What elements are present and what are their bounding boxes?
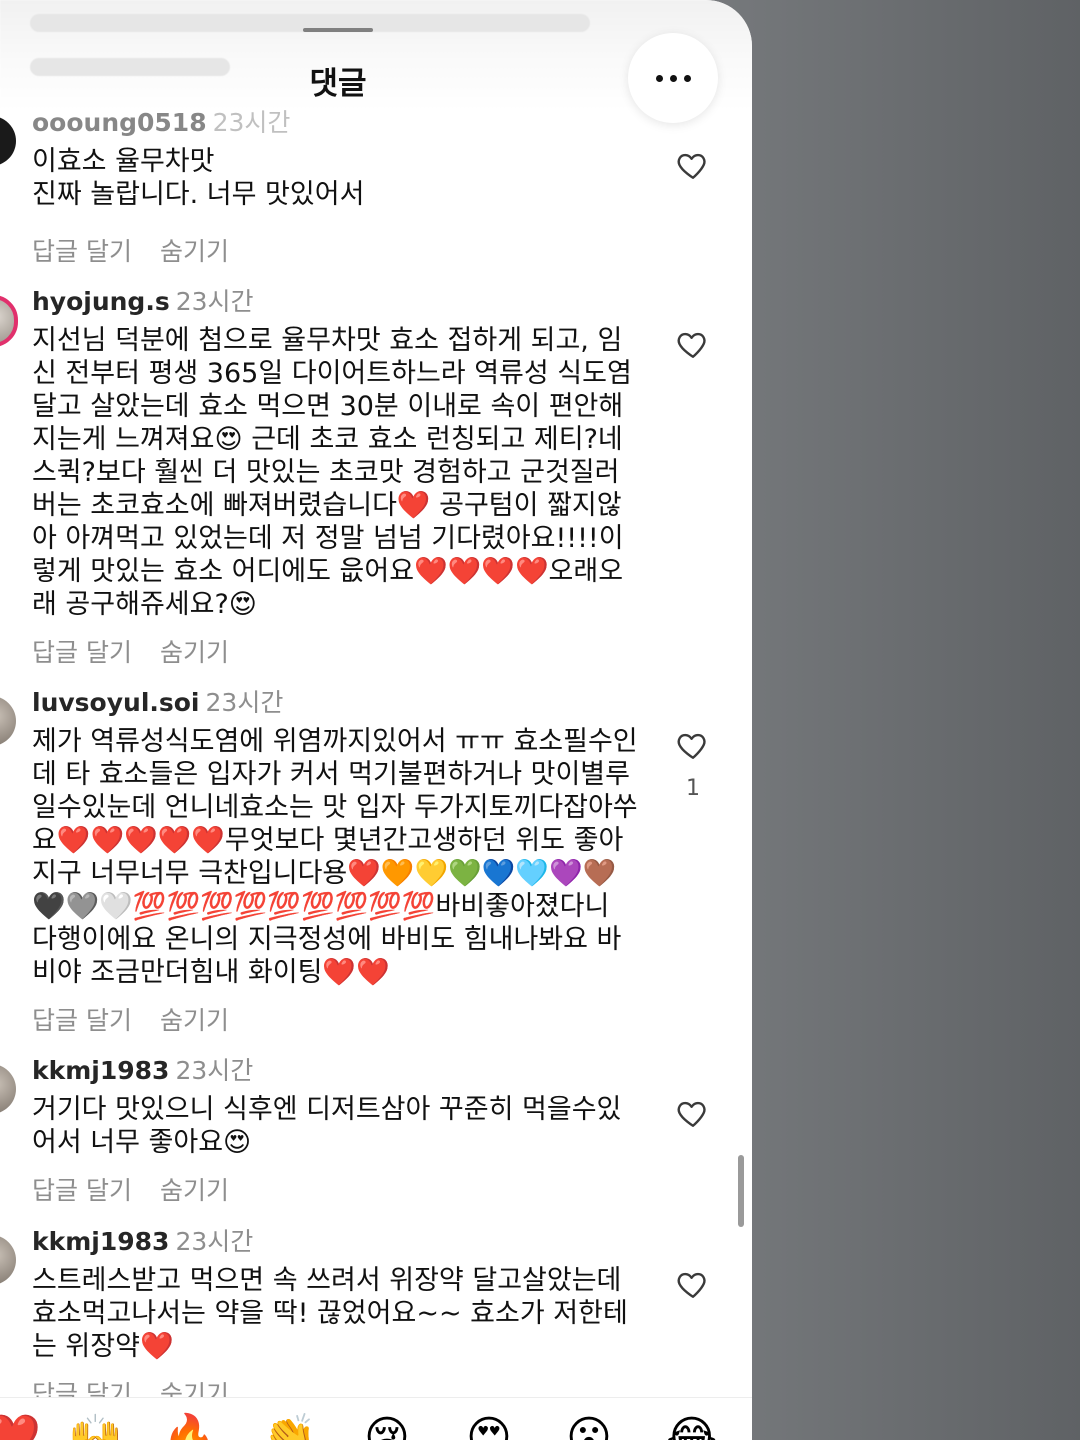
reply-button[interactable]: 답글 달기 <box>32 237 132 266</box>
comment-user-line: oooung0518 23시간 <box>32 108 290 138</box>
like-count: 1 <box>686 776 700 801</box>
comment-actions: 답글 달기 숨기기 <box>32 1171 257 1207</box>
comment-username[interactable]: oooung0518 <box>32 108 207 137</box>
comment-text: 지선님 덕분에 첨으로 율무차맛 효소 접하게 되고, 임신 전부터 평생 36… <box>32 325 632 620</box>
comment-actions: 답글 달기 숨기기 <box>32 1001 257 1037</box>
like-heart-icon[interactable] <box>676 1096 710 1130</box>
comment-user-line: kkmj1983 23시간 <box>32 1056 253 1086</box>
like-heart-icon[interactable] <box>676 148 710 182</box>
sheet-grab-handle[interactable] <box>303 28 373 32</box>
comment-time: 23시간 <box>175 1227 254 1256</box>
hide-button[interactable]: 숨기기 <box>160 1176 229 1205</box>
comment-user-line: hyojung.s 23시간 <box>32 287 254 317</box>
emoji-reaction-bar: ❤️ 🙌 🔥 👏 😢 😍 😮 😂 <box>0 1397 752 1440</box>
like-heart-icon[interactable] <box>676 1267 710 1301</box>
avatar[interactable] <box>0 116 16 166</box>
reaction-emoji-button[interactable]: 👏 <box>262 1416 317 1440</box>
comment-time: 23시간 <box>175 287 254 316</box>
reaction-emoji-button[interactable]: 😮 <box>566 1416 612 1440</box>
avatar[interactable] <box>0 1235 16 1285</box>
comment-time: 23시간 <box>212 108 291 137</box>
comment-text: 스트레스받고 먹으면 속 쓰려서 위장약 달고살았는데 효소먹고나서는 약을 딱… <box>32 1265 630 1362</box>
scrollbar[interactable] <box>738 1155 744 1227</box>
more-options-button[interactable] <box>628 33 718 123</box>
reaction-emoji-button[interactable]: 🙌 <box>68 1416 123 1440</box>
more-dots-icon <box>655 74 663 82</box>
comment-username[interactable]: kkmj1983 <box>32 1227 169 1256</box>
comment-username[interactable]: luvsoyul.soi <box>32 688 200 717</box>
comment-user-line: kkmj1983 23시간 <box>32 1227 253 1257</box>
like-heart-icon[interactable] <box>676 327 710 361</box>
comment-username[interactable]: kkmj1983 <box>32 1056 169 1085</box>
comment-actions: 답글 달기 숨기기 <box>32 633 257 669</box>
comment-username[interactable]: hyojung.s <box>32 287 170 316</box>
comment-actions: 답글 달기 숨기기 <box>32 232 257 268</box>
reaction-emoji-button[interactable]: 😍 <box>466 1416 512 1440</box>
reaction-emoji-button[interactable]: 😢 <box>364 1416 410 1440</box>
comment-time: 23시간 <box>205 688 284 717</box>
reaction-emoji-button[interactable]: 🔥 <box>162 1416 217 1440</box>
sheet-title: 댓글 <box>309 66 367 102</box>
reply-button[interactable]: 답글 달기 <box>32 1176 132 1205</box>
comment-text: 거기다 맛있으니 식후엔 디저트삼아 꾸준히 먹을수있어서 너무 좋아요😍 <box>32 1094 622 1158</box>
comment-user-line: luvsoyul.soi 23시간 <box>32 688 283 718</box>
avatar[interactable] <box>0 696 16 746</box>
more-dots-icon <box>683 74 691 82</box>
avatar[interactable] <box>0 1064 16 1114</box>
avatar[interactable] <box>0 295 18 347</box>
reply-button[interactable]: 답글 달기 <box>32 638 132 667</box>
comment-text: 제가 역류성식도염에 위염까지있어서 ㅠㅠ 효소필수인데 타 효소들은 입자가 … <box>32 726 638 988</box>
reply-button[interactable]: 답글 달기 <box>32 1006 132 1035</box>
reaction-emoji-button[interactable]: 😂 <box>666 1416 717 1440</box>
comments-sheet: 댓글 oooung0518 23시간 이효소 율무차맛 진짜 놀랍니다. 너무 맛… <box>0 0 752 1440</box>
hide-button[interactable]: 숨기기 <box>160 638 229 667</box>
comment-time: 23시간 <box>175 1056 254 1085</box>
hide-button[interactable]: 숨기기 <box>160 237 229 266</box>
more-dots-icon <box>669 74 677 82</box>
like-heart-icon[interactable] <box>676 728 710 762</box>
hide-button[interactable]: 숨기기 <box>160 1006 229 1035</box>
reaction-emoji-button[interactable]: ❤️ <box>0 1416 41 1440</box>
comment-text: 이효소 율무차맛 진짜 놀랍니다. 너무 맛있어서 <box>32 146 365 210</box>
